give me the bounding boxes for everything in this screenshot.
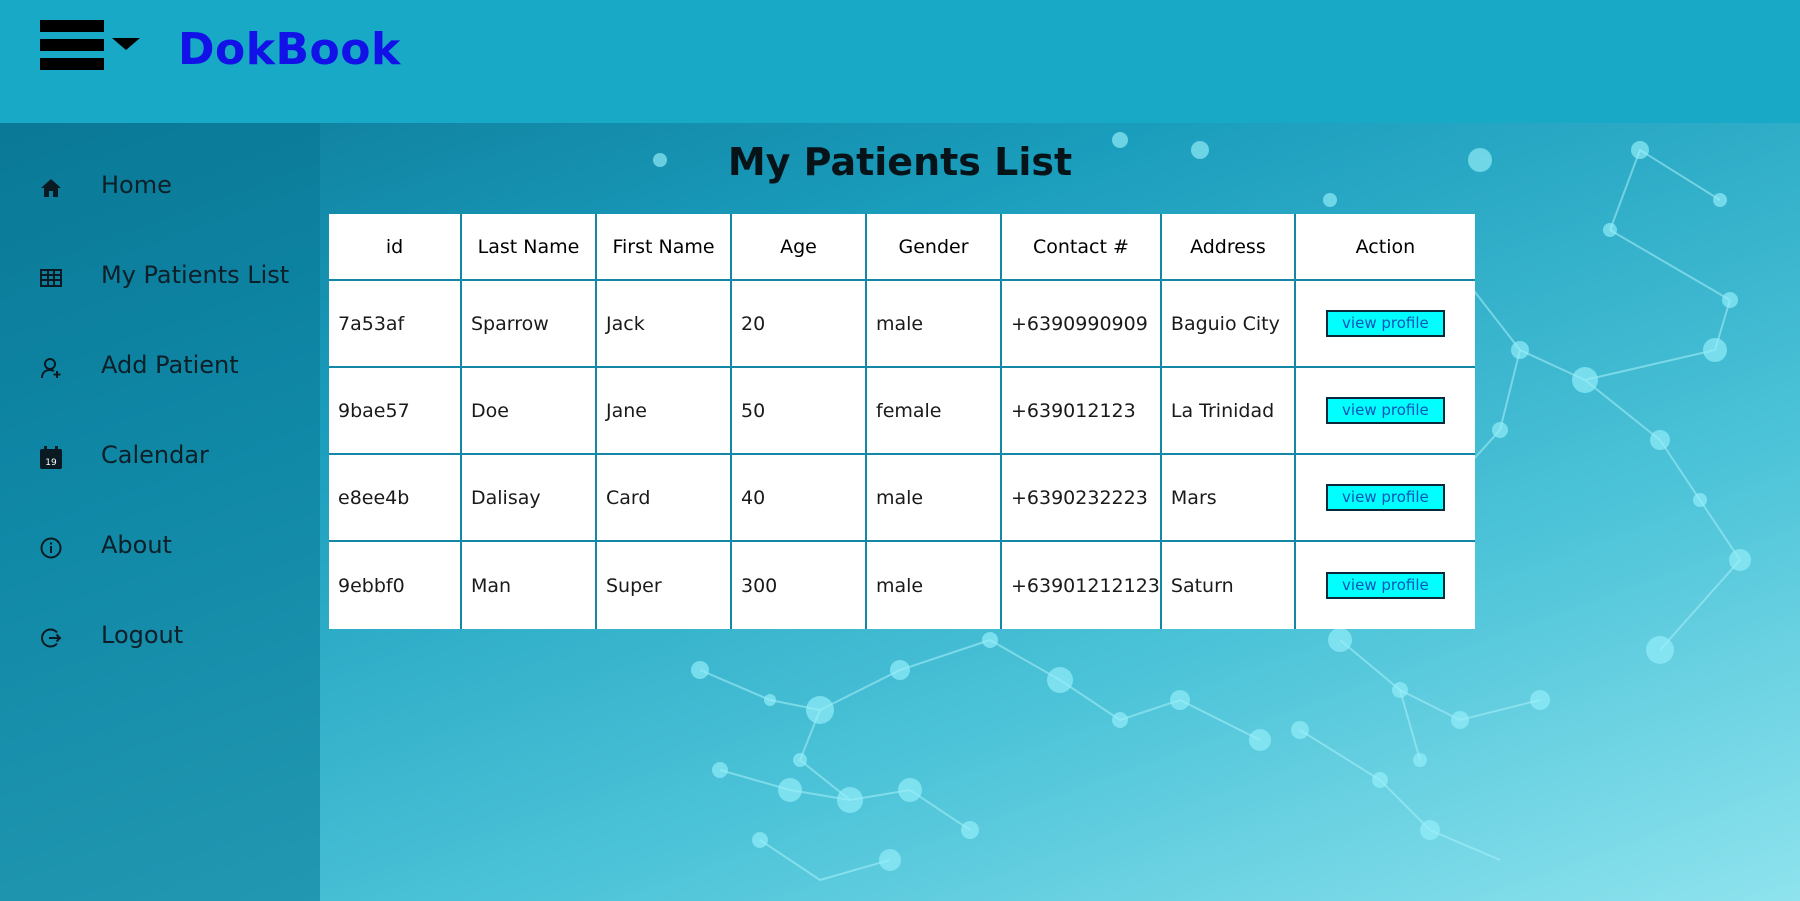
column-header-last-name: Last Name: [462, 214, 597, 281]
cell-action: view profile: [1295, 281, 1475, 368]
column-header-age: Age: [732, 214, 867, 281]
cell-action: view profile: [1295, 368, 1475, 455]
sidebar-item-label: Home: [101, 171, 172, 199]
table-row: 9bae57 Doe Jane 50 female +639012123 La …: [329, 368, 1475, 455]
cell-first-name: Card: [597, 455, 732, 542]
sidebar: Home My Patients List Add Patient 19 Cal…: [0, 123, 320, 901]
cell-gender: male: [867, 542, 1002, 629]
cell-age: 50: [732, 368, 867, 455]
table-row: 9ebbf0 Man Super 300 male +63901212123 S…: [329, 542, 1475, 629]
cell-contact: +6390232223: [1002, 455, 1162, 542]
cell-address: Baguio City: [1161, 281, 1296, 368]
logout-icon: [38, 625, 64, 651]
cell-contact: +63901212123: [1002, 542, 1162, 629]
sidebar-item-label: My Patients List: [101, 261, 290, 289]
brand-title[interactable]: DokBook: [178, 24, 401, 75]
cell-id: 7a53af: [329, 281, 462, 368]
table-row: e8ee4b Dalisay Card 40 male +6390232223 …: [329, 455, 1475, 542]
column-header-address: Address: [1161, 214, 1296, 281]
cell-contact: +6390990909: [1002, 281, 1162, 368]
info-icon: [38, 535, 64, 561]
cell-action: view profile: [1295, 542, 1475, 629]
sidebar-item-label: Logout: [101, 621, 184, 649]
cell-id: e8ee4b: [329, 455, 462, 542]
add-user-icon: [38, 355, 64, 381]
sidebar-item-calendar[interactable]: 19 Calendar: [0, 425, 320, 489]
page-title: My Patients List: [727, 140, 1073, 184]
sidebar-item-home[interactable]: Home: [0, 155, 320, 219]
cell-first-name: Jack: [597, 281, 732, 368]
table-icon: [38, 265, 64, 291]
cell-id: 9ebbf0: [329, 542, 462, 629]
svg-text:19: 19: [45, 458, 57, 468]
sidebar-item-my-patients-list[interactable]: My Patients List: [0, 245, 320, 309]
sidebar-item-logout[interactable]: Logout: [0, 605, 320, 669]
cell-first-name: Jane: [597, 368, 732, 455]
caret-down-icon: [112, 38, 140, 50]
table-row: 7a53af Sparrow Jack 20 male +6390990909 …: [329, 281, 1475, 368]
cell-gender: male: [867, 455, 1002, 542]
column-header-first-name: First Name: [597, 214, 732, 281]
cell-id: 9bae57: [329, 368, 462, 455]
cell-last-name: Doe: [462, 368, 597, 455]
sidebar-item-label: Add Patient: [101, 351, 239, 379]
view-profile-button[interactable]: view profile: [1325, 397, 1445, 424]
calendar-icon: 19: [38, 445, 64, 471]
sidebar-item-add-patient[interactable]: Add Patient: [0, 335, 320, 399]
cell-address: Mars: [1161, 455, 1296, 542]
cell-first-name: Super: [597, 542, 732, 629]
patients-table: id Last Name First Name Age Gender Conta…: [329, 214, 1475, 629]
cell-action: view profile: [1295, 455, 1475, 542]
cell-age: 20: [732, 281, 867, 368]
cell-gender: male: [867, 281, 1002, 368]
cell-last-name: Sparrow: [462, 281, 597, 368]
sidebar-item-about[interactable]: About: [0, 515, 320, 579]
table-header-row: id Last Name First Name Age Gender Conta…: [329, 214, 1475, 281]
column-header-contact: Contact #: [1002, 214, 1162, 281]
view-profile-button[interactable]: view profile: [1325, 484, 1445, 511]
column-header-action: Action: [1295, 214, 1475, 281]
cell-contact: +639012123: [1002, 368, 1162, 455]
hamburger-menu-icon[interactable]: [40, 18, 140, 72]
column-header-id: id: [329, 214, 462, 281]
cell-age: 300: [732, 542, 867, 629]
cell-gender: female: [867, 368, 1002, 455]
cell-address: La Trinidad: [1161, 368, 1296, 455]
view-profile-button[interactable]: view profile: [1325, 572, 1445, 599]
top-header: DokBook: [0, 0, 1800, 123]
home-icon: [38, 175, 64, 201]
cell-last-name: Dalisay: [462, 455, 597, 542]
cell-address: Saturn: [1161, 542, 1296, 629]
sidebar-item-label: Calendar: [101, 441, 209, 469]
sidebar-item-label: About: [101, 531, 172, 559]
cell-age: 40: [732, 455, 867, 542]
cell-last-name: Man: [462, 542, 597, 629]
column-header-gender: Gender: [867, 214, 1002, 281]
view-profile-button[interactable]: view profile: [1325, 310, 1445, 337]
